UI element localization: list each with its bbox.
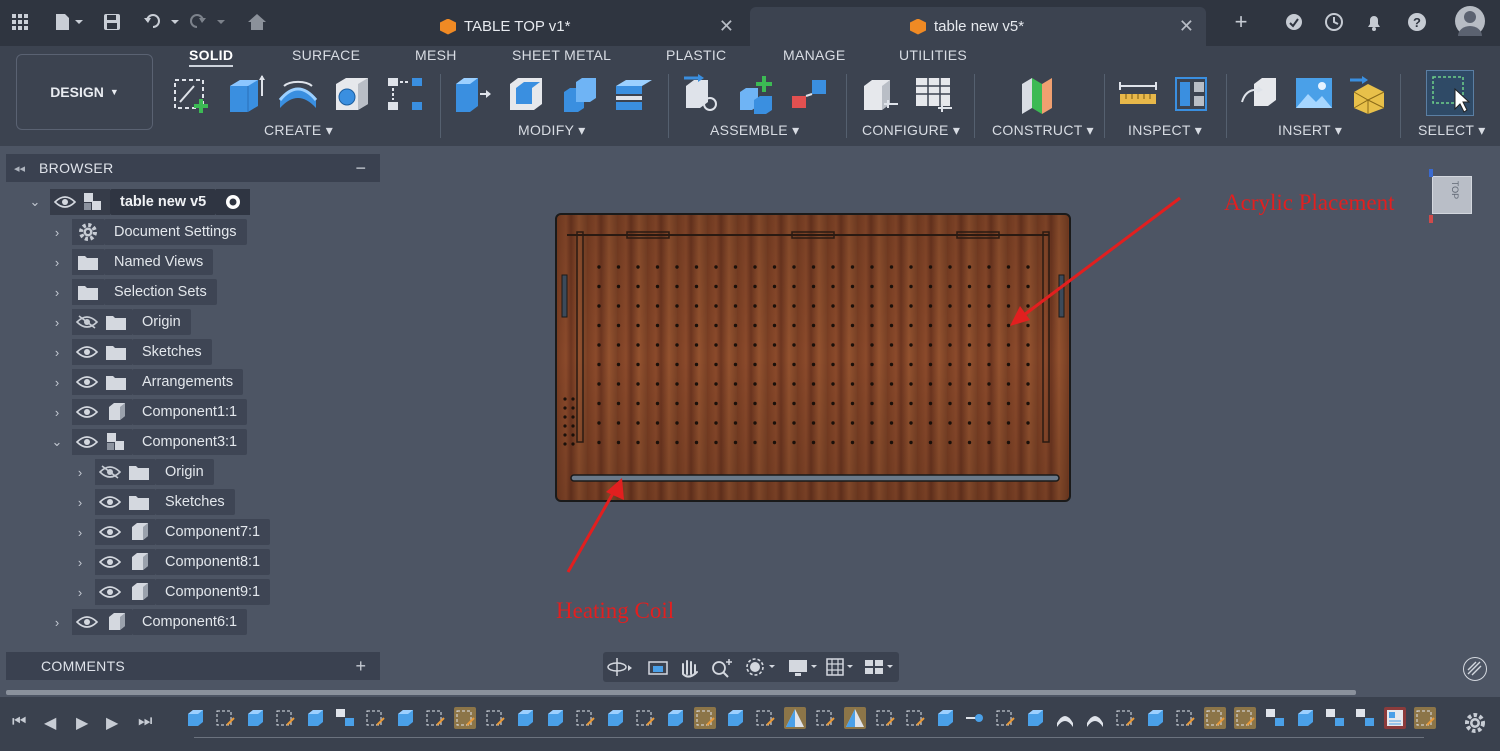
view-cube[interactable]: TOP (1429, 169, 1472, 223)
timeline-track (194, 737, 1424, 738)
zoom-icon[interactable] (712, 659, 732, 678)
timeline-feature-icon[interactable] (304, 707, 326, 729)
timeline-feature-icon[interactable] (1084, 707, 1106, 729)
display-settings-icon[interactable] (789, 660, 817, 676)
acrylic-arrow (1010, 196, 1181, 326)
timeline-feature-icon[interactable] (904, 707, 926, 729)
orbit-icon[interactable] (607, 658, 632, 676)
timeline-feature-icon[interactable] (664, 707, 686, 729)
timeline-feature-icon[interactable] (244, 707, 266, 729)
timeline-feature-icon[interactable] (1204, 707, 1226, 729)
timeline-feature-icon[interactable] (604, 707, 626, 729)
timeline-feature-icon[interactable] (1354, 707, 1376, 729)
heating-coil-label: Heating Coil (556, 598, 675, 623)
timeline-scrollbar[interactable] (6, 690, 1356, 695)
timeline-feature-icon[interactable] (574, 707, 596, 729)
timeline-feature-icon[interactable] (1174, 707, 1196, 729)
navigation-tools (607, 658, 893, 678)
timeline-feature-icon[interactable] (844, 707, 866, 729)
timeline-feature-icon[interactable] (1294, 707, 1316, 729)
skip-to-start-icon[interactable]: ⏮ (12, 713, 26, 731)
axis-z-indicator (1429, 169, 1433, 177)
timeline-feature-icon[interactable] (514, 707, 536, 729)
timeline-feature-icon[interactable] (274, 707, 296, 729)
timeline: ⏮ ◀ ▶ ▶ ⏭ (0, 697, 1500, 751)
timeline-feature-icon[interactable] (1234, 707, 1256, 729)
timeline-feature-icon[interactable] (334, 707, 356, 729)
timeline-feature-icon[interactable] (1114, 707, 1136, 729)
timeline-feature-icon[interactable] (1054, 707, 1076, 729)
timeline-feature-icon[interactable] (754, 707, 776, 729)
timeline-feature-icon[interactable] (544, 707, 566, 729)
timeline-feature-icon[interactable] (394, 707, 416, 729)
acrylic-placement-label: Acrylic Placement (1224, 190, 1395, 215)
timeline-feature-icon[interactable] (994, 707, 1016, 729)
grid-settings-icon[interactable] (826, 658, 853, 676)
timeline-feature-icon[interactable] (364, 707, 386, 729)
view-cube-face-label: TOP (1450, 180, 1461, 200)
step-forward-icon[interactable]: ▶ (106, 713, 118, 733)
heating-coil-arrow (566, 478, 624, 573)
render-toggle-icon[interactable] (1463, 657, 1487, 681)
timeline-feature-icon[interactable] (184, 707, 206, 729)
timeline-feature-icon[interactable] (634, 707, 656, 729)
fit-icon[interactable] (746, 658, 775, 676)
play-icon[interactable]: ▶ (76, 713, 88, 733)
timeline-feature-icon[interactable] (814, 707, 836, 729)
step-back-icon[interactable]: ◀ (44, 713, 56, 733)
timeline-feature-icon[interactable] (1024, 707, 1046, 729)
timeline-feature-icon[interactable] (1384, 707, 1406, 729)
annotation-overlay (566, 196, 1181, 573)
navigation-bar (603, 652, 899, 682)
timeline-feature-icon[interactable] (424, 707, 446, 729)
skip-to-end-icon[interactable]: ⏭ (138, 713, 152, 731)
viewports-icon[interactable] (865, 660, 893, 674)
timeline-settings-gear-icon[interactable] (1463, 711, 1487, 740)
timeline-feature-icon[interactable] (934, 707, 956, 729)
timeline-feature-icon[interactable] (454, 707, 476, 729)
timeline-feature-icon[interactable] (214, 707, 236, 729)
timeline-feature-icon[interactable] (784, 707, 806, 729)
timeline-feature-icon[interactable] (694, 707, 716, 729)
timeline-feature-icon[interactable] (1414, 707, 1436, 729)
timeline-feature-icon[interactable] (1264, 707, 1286, 729)
timeline-feature-icon[interactable] (874, 707, 896, 729)
axis-x-indicator (1429, 215, 1433, 223)
timeline-feature-icon[interactable] (964, 707, 986, 729)
timeline-feature-icon[interactable] (484, 707, 506, 729)
timeline-feature-icon[interactable] (1144, 707, 1166, 729)
timeline-feature-icon[interactable] (724, 707, 746, 729)
look-at-icon[interactable] (648, 661, 668, 675)
pan-hand-icon[interactable] (682, 660, 698, 678)
timeline-feature-icon[interactable] (1324, 707, 1346, 729)
